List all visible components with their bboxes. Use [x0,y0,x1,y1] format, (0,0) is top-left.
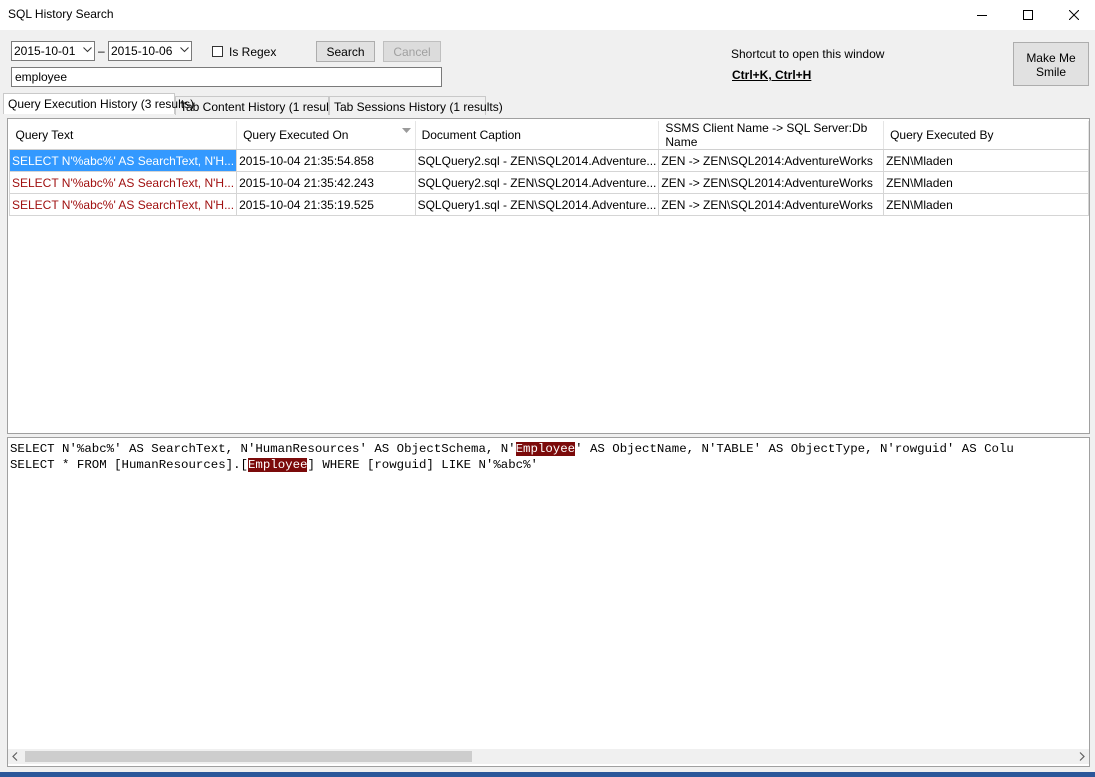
is-regex-label: Is Regex [229,45,277,59]
cell-executed-by[interactable]: ZEN\Mladen [883,149,1089,172]
code-line1-after: ' AS ObjectName, N'TABLE' AS ObjectType,… [575,442,1014,456]
cell-query-text[interactable]: SELECT N'%abc%' AS SearchText, N'H... [8,193,238,216]
date-separator: – [98,44,105,58]
cell-executed-by[interactable]: ZEN\Mladen [883,193,1089,216]
cell-document-caption[interactable]: SQLQuery1.sql - ZEN\SQL2014.Adventure... [414,193,660,216]
table-row[interactable]: SELECT N'%abc%' AS SearchText, N'H... 20… [8,193,1089,216]
scrollbar-thumb[interactable] [25,751,472,762]
search-input[interactable]: employee [11,67,442,87]
is-regex-checkbox[interactable] [212,46,223,57]
date-to-value: 2015-10-06 [111,44,173,58]
horizontal-scrollbar[interactable] [8,749,1089,764]
cell-query-text[interactable]: SELECT N'%abc%' AS SearchText, N'H... [8,149,238,172]
cell-executed-on[interactable]: 2015-10-04 21:35:19.525 [236,193,416,216]
minimize-button[interactable] [959,0,1005,30]
query-text-viewer[interactable]: SELECT N'%abc%' AS SearchText, N'HumanRe… [7,437,1090,767]
search-button-label: Search [326,44,365,59]
smile-line2: Smile [1035,65,1066,79]
maximize-button[interactable] [1005,0,1051,30]
cell-executed-by[interactable]: ZEN\Mladen [883,171,1089,194]
code-line1-before: SELECT N'%abc%' AS SearchText, N'HumanRe… [10,442,516,456]
code-line2-after: ] WHERE [rowguid] LIKE N'%abc%' [307,458,538,472]
table-row[interactable]: SELECT N'%abc%' AS SearchText, N'H... 20… [8,171,1089,194]
column-header-label: Query Executed On [243,128,349,142]
search-button[interactable]: Search [316,41,375,62]
cancel-button-label: Cancel [393,44,431,59]
column-header-document-caption[interactable]: Document Caption [415,121,660,150]
tab-label: Tab Sessions History (1 results) [334,100,503,114]
shortcut-title: Shortcut to open this window [731,47,885,61]
make-me-smile-button[interactable]: Make Me Smile [1013,42,1089,86]
tab-label: Query Execution History (3 results) [8,97,195,111]
window-title: SQL History Search [8,7,114,21]
tab-sessions-history[interactable]: Tab Sessions History (1 results) [329,96,503,115]
scroll-left-arrow-icon[interactable] [12,752,18,761]
tab-query-execution-history[interactable]: Query Execution History (3 results) [3,93,194,114]
tab-label: Tab Content History (1 results) [180,100,343,114]
date-to-picker[interactable]: 2015-10-06 [108,41,192,61]
cell-document-caption[interactable]: SQLQuery2.sql - ZEN\SQL2014.Adventure... [414,149,660,172]
maximize-icon [1023,10,1033,20]
chevron-down-icon [180,47,189,53]
column-header-client-server-db[interactable]: SSMS Client Name -> SQL Server:Db Name [658,121,885,150]
cell-client-server-db[interactable]: ZEN -> ZEN\SQL2014:AdventureWorks [658,193,885,216]
search-match-highlight: Employee [515,442,576,456]
chevron-down-icon [83,47,92,53]
table-row[interactable]: SELECT N'%abc%' AS SearchText, N'H... 20… [8,149,1089,172]
date-from-picker[interactable]: 2015-10-01 [11,41,95,61]
cell-client-server-db[interactable]: ZEN -> ZEN\SQL2014:AdventureWorks [658,171,885,194]
column-header-query-executed-by[interactable]: Query Executed By [883,121,1089,150]
tab-content-history[interactable]: Tab Content History (1 results) [175,96,342,115]
sort-descending-icon [401,128,411,133]
cell-query-text[interactable]: SELECT N'%abc%' AS SearchText, N'H... [8,171,238,194]
close-icon [1069,10,1079,20]
minimize-icon [977,15,987,16]
date-from-value: 2015-10-01 [14,44,76,58]
scroll-right-arrow-icon[interactable] [1079,752,1085,761]
cancel-button[interactable]: Cancel [383,41,441,62]
cell-document-caption[interactable]: SQLQuery2.sql - ZEN\SQL2014.Adventure... [414,171,660,194]
results-grid-panel: Query Text Query Executed On Document Ca… [7,118,1090,434]
title-bar: SQL History Search [0,0,1095,30]
cell-executed-on[interactable]: 2015-10-04 21:35:54.858 [236,149,416,172]
smile-line1: Make Me [1026,51,1076,65]
column-header-query-text[interactable]: Query Text [9,121,238,150]
query-text-content: SELECT N'%abc%' AS SearchText, N'HumanRe… [10,441,1014,473]
cell-client-server-db[interactable]: ZEN -> ZEN\SQL2014:AdventureWorks [658,149,885,172]
shortcut-keys: Ctrl+K, Ctrl+H [732,68,812,82]
search-match-highlight: Employee [247,458,308,472]
code-line2-before: SELECT * FROM [HumanResources].[ [10,458,248,472]
search-input-value: employee [15,70,68,84]
results-grid: Query Text Query Executed On Document Ca… [8,121,1089,216]
column-header-query-executed-on[interactable]: Query Executed On [236,121,416,150]
cell-executed-on[interactable]: 2015-10-04 21:35:42.243 [236,171,416,194]
taskbar-edge [0,772,1095,777]
close-button[interactable] [1051,0,1095,30]
